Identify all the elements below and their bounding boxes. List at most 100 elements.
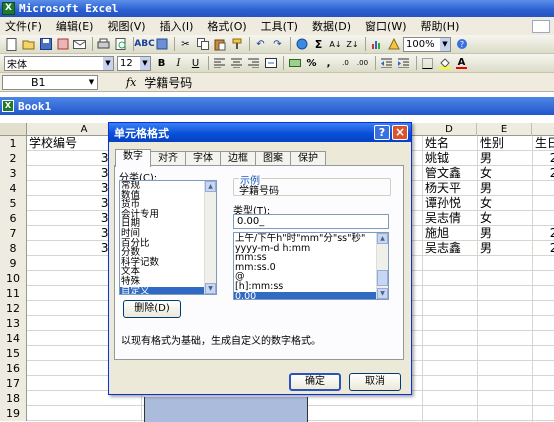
scroll-down-icon[interactable]: ▼ [205, 283, 216, 294]
cell[interactable]: 男 [480, 151, 530, 166]
cell[interactable]: 女 [480, 196, 530, 211]
column-header-e[interactable]: E [477, 123, 532, 136]
chevron-down-icon[interactable]: ▼ [440, 37, 450, 51]
menu-tools[interactable]: 工具(T) [261, 18, 298, 34]
chevron-down-icon[interactable]: ▼ [103, 56, 113, 70]
align-left-icon[interactable] [212, 56, 227, 71]
cell[interactable]: 2 [535, 196, 554, 211]
cell[interactable]: 2 [535, 211, 554, 226]
drawing-icon[interactable] [386, 37, 401, 52]
font-size-combo[interactable]: 12 ▼ [117, 55, 151, 71]
align-right-icon[interactable] [246, 56, 261, 71]
row-header[interactable]: 5 [0, 196, 27, 211]
category-item[interactable]: 自定义 [120, 286, 216, 294]
row-header[interactable]: 18 [0, 391, 27, 406]
cell[interactable]: 姓名 [425, 136, 475, 151]
cell[interactable]: 女 [480, 166, 530, 181]
currency-icon[interactable] [287, 56, 302, 71]
dialog-close-button[interactable]: × [392, 125, 408, 140]
cell[interactable]: 吴志鑫 [425, 241, 475, 256]
menu-edit[interactable]: 编辑(E) [56, 18, 94, 34]
selected-range[interactable] [144, 397, 308, 422]
spelling-icon[interactable]: ABC [134, 37, 154, 52]
new-icon[interactable] [4, 37, 19, 52]
percent-button[interactable]: % [304, 56, 319, 71]
sort-ascending-icon[interactable]: A↓ [328, 37, 343, 52]
cell[interactable]: 女 [480, 211, 530, 226]
permission-icon[interactable] [55, 37, 70, 52]
ask-question-box[interactable] [532, 19, 550, 33]
row-header[interactable]: 12 [0, 301, 27, 316]
font-color-icon[interactable]: A [454, 56, 469, 71]
scroll-up-icon[interactable]: ▲ [205, 181, 216, 192]
row-header[interactable]: 2 [0, 151, 27, 166]
cell[interactable]: 施旭 [425, 226, 475, 241]
row-header[interactable]: 16 [0, 361, 27, 376]
borders-icon[interactable] [420, 56, 435, 71]
cell[interactable]: 杨天平 [425, 181, 475, 196]
cell[interactable]: 20 [535, 151, 554, 166]
formula-input[interactable]: 学籍号码 [144, 74, 192, 91]
ok-button[interactable]: 确定 [289, 373, 341, 391]
row-header[interactable]: 13 [0, 316, 27, 331]
cell[interactable]: 谭孙悦 [425, 196, 475, 211]
row-header[interactable]: 1 [0, 136, 27, 151]
cell[interactable]: 20 [535, 241, 554, 256]
format-list[interactable]: 上午/下午h"时"mm"分"ss"秒" yyyy-m-d h:mm mm:ss mm:… [233, 232, 389, 300]
increase-decimal-icon[interactable]: .0 [338, 56, 353, 71]
cell[interactable]: 20 [535, 226, 554, 241]
tab-patterns[interactable]: 图案 [255, 151, 291, 166]
cell[interactable]: 生日 [535, 136, 554, 151]
cell[interactable]: 男 [480, 241, 530, 256]
cancel-button[interactable]: 取消 [349, 373, 401, 391]
column-header-d[interactable]: D [422, 123, 477, 136]
cell[interactable]: 2 [535, 181, 554, 196]
menu-file[interactable]: 文件(F) [5, 18, 42, 34]
research-icon[interactable] [154, 37, 169, 52]
scroll-up-icon[interactable]: ▲ [377, 233, 388, 244]
category-scrollbar[interactable]: ▲ ▼ [204, 181, 216, 294]
row-header[interactable]: 10 [0, 271, 27, 286]
save-icon[interactable] [38, 37, 53, 52]
menu-format[interactable]: 格式(O) [207, 18, 246, 34]
email-icon[interactable] [72, 37, 87, 52]
align-center-icon[interactable] [229, 56, 244, 71]
tab-number[interactable]: 数字 [115, 149, 151, 167]
row-header[interactable]: 15 [0, 346, 27, 361]
name-box[interactable]: B1 ▼ [2, 74, 98, 90]
redo-icon[interactable]: ↷ [270, 37, 285, 52]
paste-icon[interactable] [212, 37, 227, 52]
row-header[interactable]: 11 [0, 286, 27, 301]
menu-insert[interactable]: 插入(I) [160, 18, 194, 34]
format-item[interactable]: 0.00_ [234, 291, 388, 299]
menu-data[interactable]: 数据(D) [312, 18, 351, 34]
category-list[interactable]: 常规 数值 货币 会计专用 日期 时间 百分比 分数 科学记数 文本 特殊 自定义 ▲ ▼ [119, 180, 217, 295]
cell[interactable]: 吴志倩 [425, 211, 475, 226]
fx-icon[interactable]: fx [126, 76, 136, 89]
hyperlink-icon[interactable] [294, 37, 309, 52]
chevron-down-icon[interactable]: ▼ [140, 56, 150, 70]
comma-button[interactable]: , [321, 56, 336, 71]
print-icon[interactable] [96, 37, 111, 52]
tab-alignment[interactable]: 对齐 [150, 151, 186, 166]
merge-center-icon[interactable] [263, 56, 278, 71]
tab-border[interactable]: 边框 [220, 151, 256, 166]
chart-wizard-icon[interactable] [369, 37, 384, 52]
copy-icon[interactable] [195, 37, 210, 52]
row-header[interactable]: 9 [0, 256, 27, 271]
type-input[interactable]: 0.00_ [233, 214, 389, 229]
format-painter-icon[interactable] [229, 37, 244, 52]
autosum-icon[interactable]: Σ [311, 37, 326, 52]
underline-button[interactable]: U [188, 56, 203, 71]
fill-color-icon[interactable] [437, 56, 452, 71]
zoom-combo[interactable]: 100% ▼ [403, 36, 451, 52]
decrease-indent-icon[interactable] [379, 56, 394, 71]
cell[interactable]: 男 [480, 181, 530, 196]
tab-protection[interactable]: 保护 [290, 151, 326, 166]
select-all-corner[interactable] [0, 123, 27, 136]
undo-icon[interactable]: ↶ [253, 37, 268, 52]
open-icon[interactable] [21, 37, 36, 52]
increase-indent-icon[interactable] [396, 56, 411, 71]
cell[interactable]: 姚钺 [425, 151, 475, 166]
delete-button[interactable]: 删除(D) [123, 300, 181, 318]
